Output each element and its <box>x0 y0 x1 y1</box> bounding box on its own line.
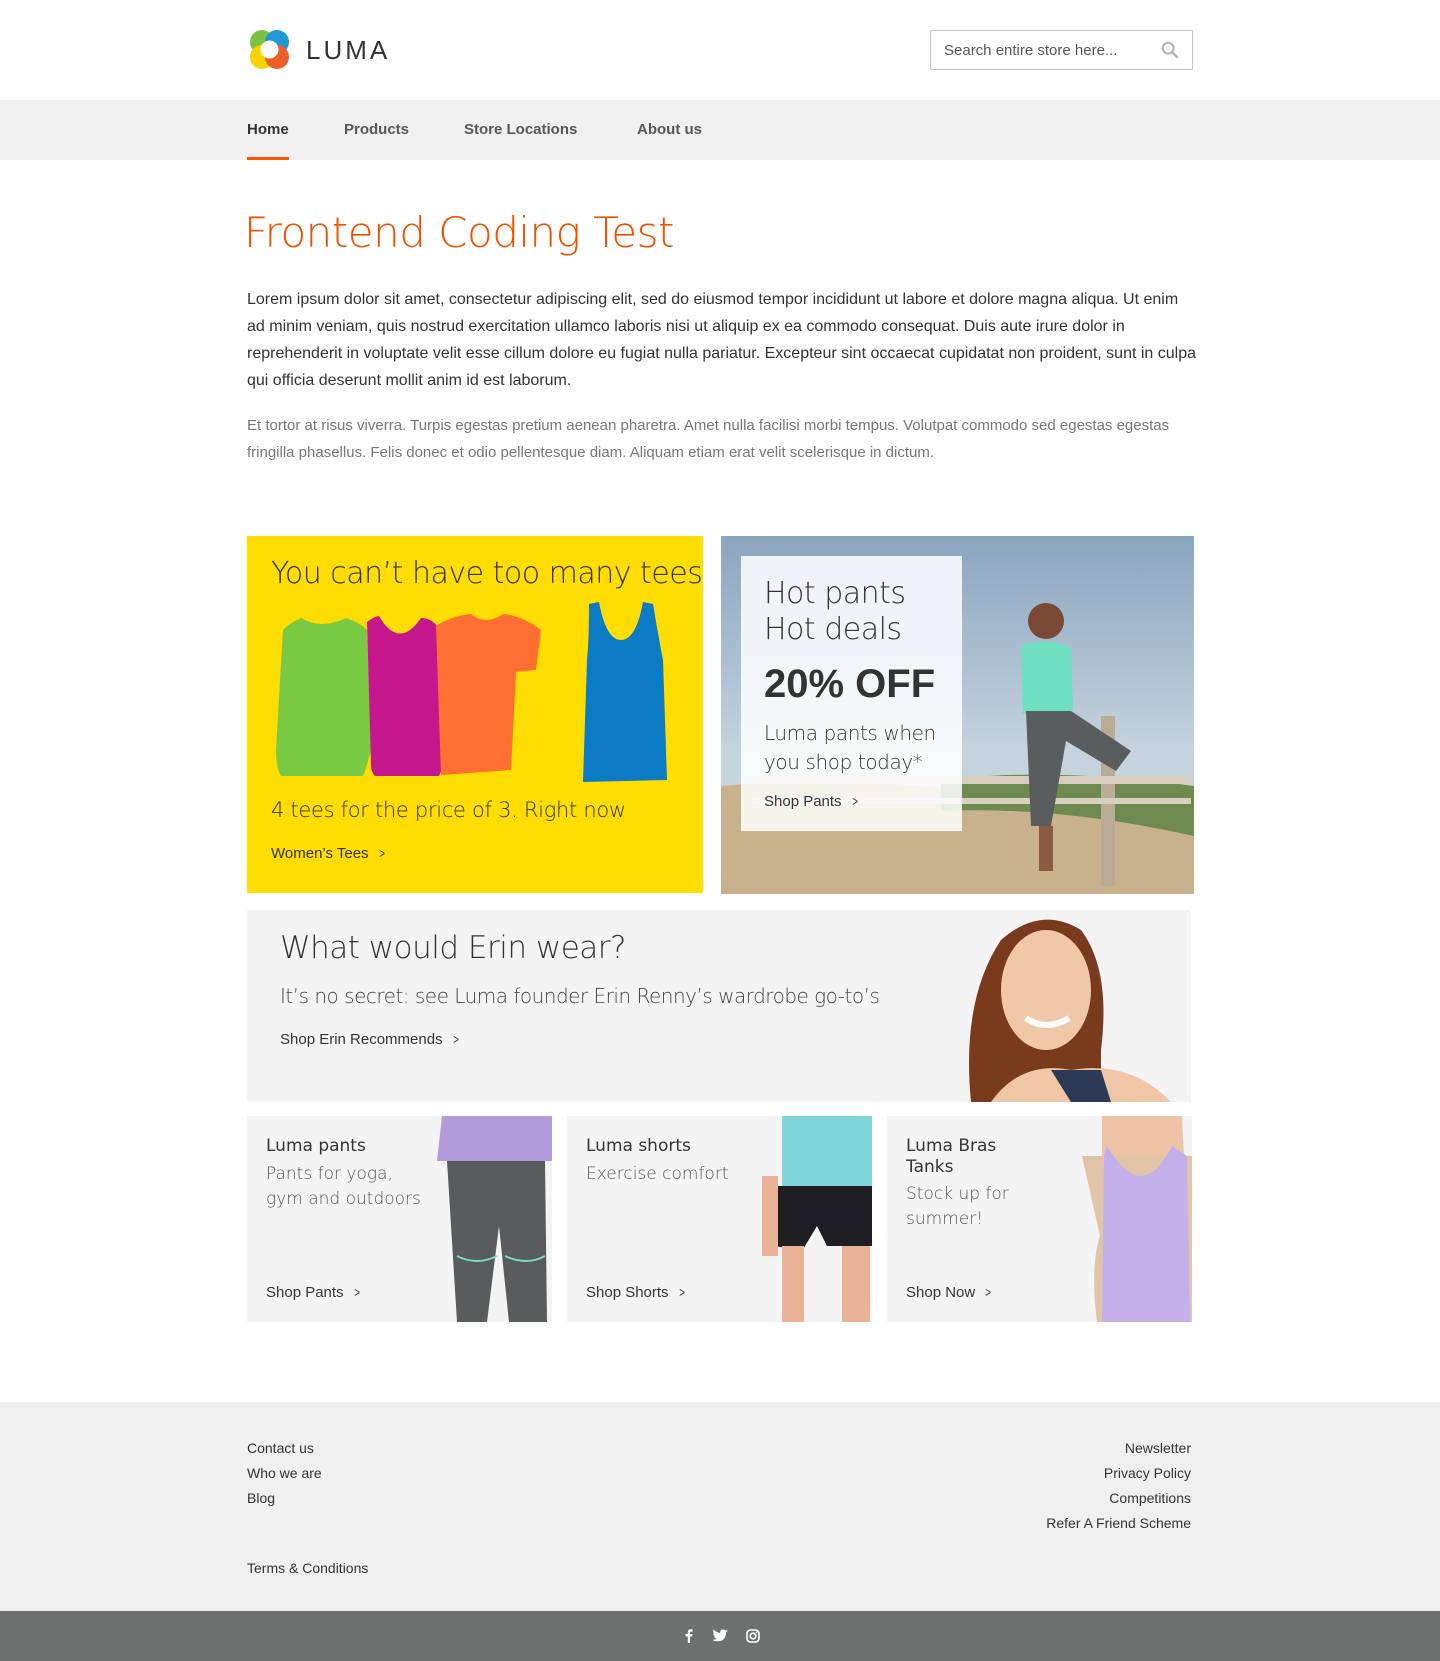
instagram-icon[interactable] <box>743 1626 763 1646</box>
nav-item-about-us[interactable]: About us <box>637 100 702 160</box>
shop-pants-label: Shop Pants <box>764 793 842 810</box>
lead-paragraph: Lorem ipsum dolor sit amet, consectetur … <box>247 291 1197 389</box>
womens-tees-label: Women’s Tees <box>271 845 369 862</box>
pants-offer-text: Luma pants when you shop today* <box>764 721 936 774</box>
promo-tees-block[interactable]: You can’t have too many tees 4 tees for … <box>247 536 703 893</box>
search-box[interactable] <box>930 30 1193 70</box>
tile-text: Exercise comfort <box>586 1164 729 1184</box>
tile-text: Stock up for summer! <box>906 1184 1009 1229</box>
tees-image <box>276 602 667 782</box>
tile-link[interactable]: Shop Now > <box>906 1284 992 1301</box>
footer-link-terms[interactable]: Terms & Conditions <box>247 1560 368 1576</box>
tile-luma-bras-tanks[interactable]: Luma Bras Tanks Stock up for summer! Sho… <box>887 1116 1192 1322</box>
main-nav: Home Products Store Locations About us <box>0 100 1440 160</box>
erin-portrait-image <box>969 919 1171 1102</box>
shop-erin-link[interactable]: Shop Erin Recommends > <box>280 1031 460 1048</box>
footer-link-who-we-are[interactable]: Who we are <box>247 1461 322 1486</box>
shop-erin-label: Shop Erin Recommends <box>280 1031 443 1048</box>
chevron-right-icon: > <box>678 1284 685 1300</box>
erin-text: It’s no secret: see Luma founder Erin Re… <box>280 984 880 1008</box>
footer-link-competitions[interactable]: Competitions <box>1046 1486 1191 1511</box>
secondary-paragraph: Et tortor at risus viverra. Turpis egest… <box>247 417 1170 461</box>
chevron-right-icon: > <box>985 1284 992 1300</box>
promo-tees-text: 4 tees for the price of 3. Right now <box>271 798 626 822</box>
shop-pants-link[interactable]: Shop Pants > <box>764 793 859 810</box>
tank-model-image <box>1082 1116 1192 1322</box>
tile-text: Pants for yoga, gym and outdoors <box>266 1164 421 1209</box>
shorts-model-image <box>762 1116 872 1322</box>
luma-logo-icon <box>250 30 289 69</box>
erin-heading: What would Erin wear? <box>280 930 627 966</box>
nav-item-products[interactable]: Products <box>344 100 409 160</box>
site-header: LUMA <box>0 0 1440 100</box>
search-input[interactable] <box>944 41 1161 59</box>
pants-heading-line1: Hot pants <box>764 576 906 611</box>
tile-link-label: Shop Now <box>906 1284 976 1301</box>
chevron-right-icon: > <box>353 1284 360 1300</box>
tile-link-label: Shop Shorts <box>586 1284 669 1301</box>
footer-link-newsletter[interactable]: Newsletter <box>1046 1436 1191 1461</box>
search-icon[interactable] <box>1161 41 1179 59</box>
tile-link[interactable]: Shop Pants > <box>266 1284 361 1301</box>
tile-heading: Luma Bras Tanks <box>906 1136 997 1177</box>
pants-heading-line2: Hot deals <box>764 612 902 647</box>
facebook-icon[interactable] <box>679 1626 699 1646</box>
tile-heading: Luma pants <box>266 1136 366 1156</box>
tile-luma-shorts[interactable]: Luma shorts Exercise comfort Shop Shorts… <box>567 1116 872 1322</box>
nav-item-home[interactable]: Home <box>247 100 289 160</box>
footer-link-blog[interactable]: Blog <box>247 1486 322 1511</box>
footer-link-contact-us[interactable]: Contact us <box>247 1436 322 1461</box>
pants-heading: Hot pants Hot deals <box>764 576 906 648</box>
nav-item-store-locations[interactable]: Store Locations <box>464 100 577 160</box>
footer-link-refer-a-friend[interactable]: Refer A Friend Scheme <box>1046 1511 1191 1536</box>
chevron-right-icon: > <box>452 1031 459 1047</box>
logo-text: LUMA <box>306 35 391 65</box>
erin-block[interactable]: What would Erin wear? It’s no secret: se… <box>247 910 1191 1102</box>
site-footer: Contact us Who we are Blog Newsletter Pr… <box>0 1402 1440 1611</box>
tile-link[interactable]: Shop Shorts > <box>586 1284 686 1301</box>
promo-pants-block[interactable]: Hot pants Hot deals 20% OFF Luma pants w… <box>721 536 1194 894</box>
pants-offer: 20% OFF <box>764 662 936 706</box>
womens-tees-link[interactable]: Women’s Tees > <box>271 845 386 862</box>
chevron-right-icon: > <box>851 793 858 809</box>
page-title: Frontend Coding Test <box>244 208 674 257</box>
logo[interactable]: LUMA <box>247 28 390 73</box>
tile-heading: Luma shorts <box>586 1136 691 1156</box>
social-bar <box>0 1611 1440 1661</box>
chevron-right-icon: > <box>378 845 385 861</box>
footer-links-right: Newsletter Privacy Policy Competitions R… <box>1046 1436 1191 1536</box>
tile-luma-pants[interactable]: Luma pants Pants for yoga, gym and outdo… <box>247 1116 552 1322</box>
footer-links-left: Contact us Who we are Blog <box>247 1436 322 1511</box>
tile-link-label: Shop Pants <box>266 1284 344 1301</box>
footer-link-privacy-policy[interactable]: Privacy Policy <box>1046 1461 1191 1486</box>
twitter-icon[interactable] <box>710 1626 730 1646</box>
pants-model-image <box>437 1116 552 1322</box>
promo-tees-heading: You can’t have too many tees <box>271 556 703 591</box>
pants-offer-card: Hot pants Hot deals 20% OFF Luma pants w… <box>741 556 962 831</box>
